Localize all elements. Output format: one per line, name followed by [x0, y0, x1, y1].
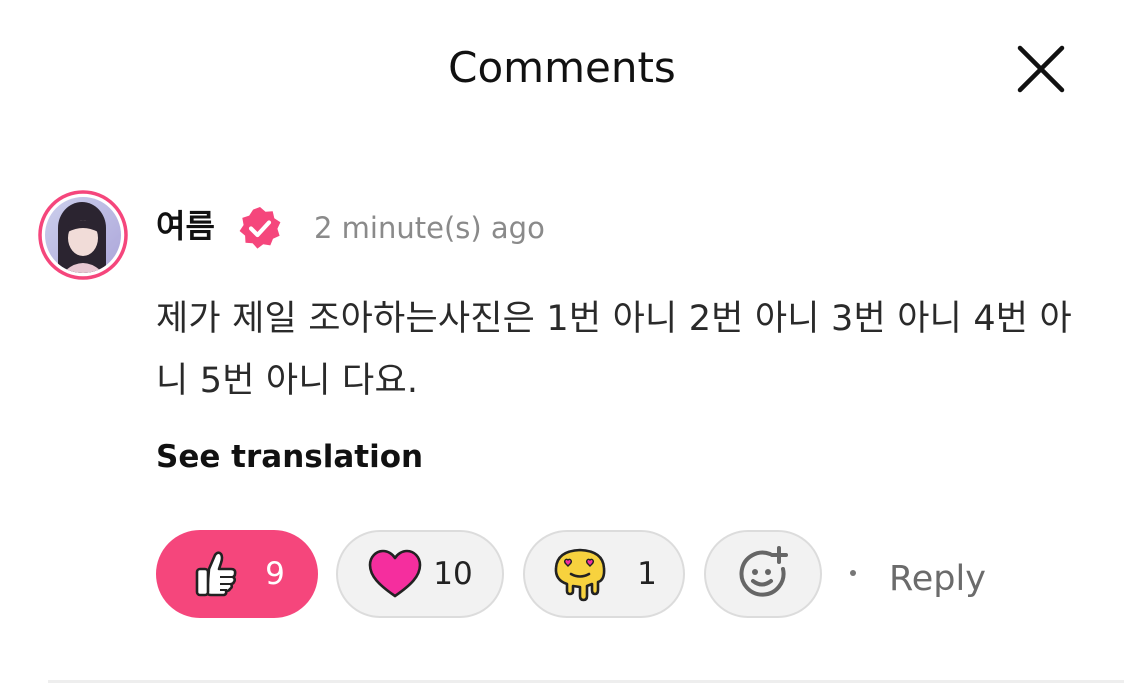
reaction-thumbs-up-button[interactable]: 9	[156, 530, 318, 618]
verified-badge-icon	[236, 204, 284, 252]
add-reaction-button[interactable]	[704, 530, 822, 618]
avatar[interactable]	[38, 190, 128, 280]
reaction-count: 9	[265, 556, 285, 592]
comment-text: 제가 제일 조아하는사진은 1번 아니 2번 아니 3번 아니 4번 아니 5번…	[156, 299, 1072, 401]
divider	[48, 680, 1124, 683]
close-icon	[1017, 45, 1065, 93]
add-reaction-icon	[739, 546, 788, 597]
reaction-count: 10	[433, 556, 473, 592]
separator-dot	[850, 570, 856, 576]
username[interactable]: 여름	[156, 205, 215, 247]
reaction-melting-face-button[interactable]: 1	[523, 530, 685, 618]
reply-button[interactable]: Reply	[889, 556, 986, 602]
timestamp: 2 minute(s) ago	[314, 211, 545, 245]
close-button[interactable]	[1010, 38, 1072, 100]
page-title: Comments	[448, 43, 676, 92]
reaction-heart-button[interactable]: 10	[336, 530, 504, 618]
heart-icon	[368, 549, 422, 598]
melting-face-icon	[554, 548, 606, 602]
see-translation-link[interactable]: See translation	[156, 437, 423, 477]
thumbs-up-icon	[195, 551, 237, 597]
reaction-count: 1	[637, 556, 657, 592]
